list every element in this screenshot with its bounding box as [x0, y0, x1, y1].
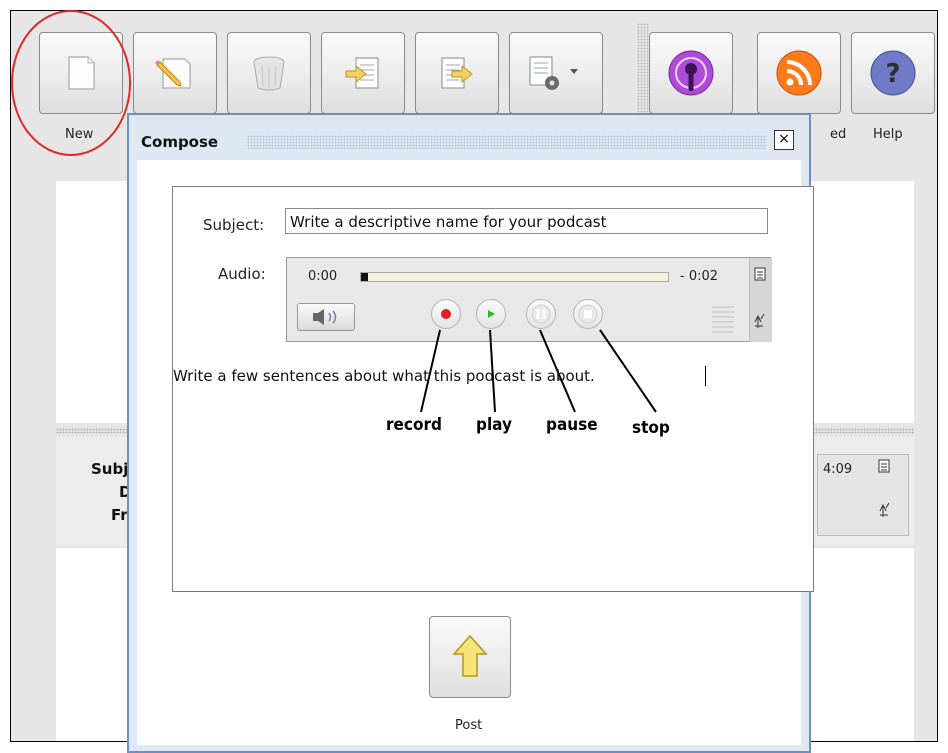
pause-callout-line [539, 329, 576, 413]
post-button[interactable] [429, 616, 511, 698]
play-annotation: play [476, 415, 512, 435]
post-label: Post [455, 718, 483, 733]
record-callout-line [420, 329, 441, 413]
pause-annotation: pause [546, 415, 598, 435]
stop-annotation: stop [632, 418, 670, 438]
record-annotation: record [386, 415, 442, 435]
up-arrow-icon [452, 634, 488, 677]
stop-callout-line [599, 329, 657, 413]
play-callout-line [489, 329, 496, 413]
